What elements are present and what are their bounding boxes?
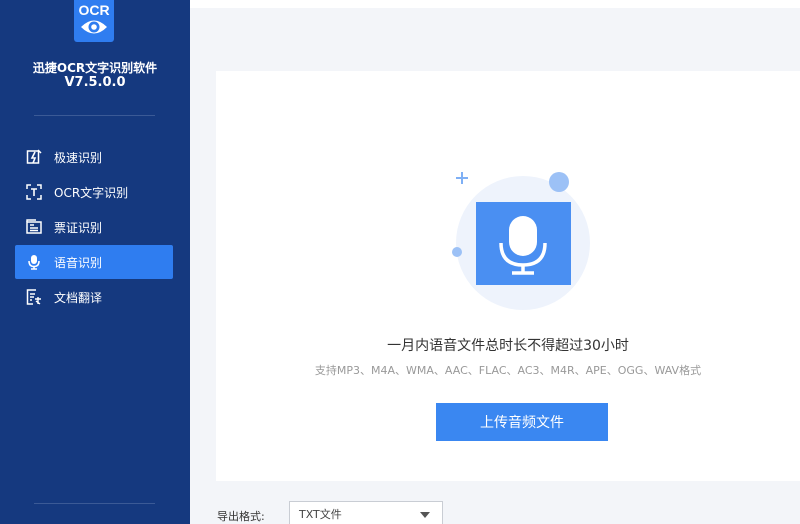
sidebar-item-speech[interactable]: 语音识别 xyxy=(15,245,173,279)
sidebar-divider-top xyxy=(34,115,155,116)
app-logo: OCR xyxy=(74,0,114,42)
eye-icon xyxy=(81,20,107,34)
sidebar-item-label: 极速识别 xyxy=(54,150,103,165)
ticket-icon xyxy=(25,218,43,236)
app-name: 迅捷OCR文字识别软件 xyxy=(32,61,158,75)
top-bar xyxy=(190,0,800,8)
microphone-icon xyxy=(25,253,43,271)
supported-formats-text: 支持MP3、M4A、WMA、AAC、FLAC、AC3、M4R、APE、OGG、W… xyxy=(314,364,702,377)
quick-recognize-icon xyxy=(25,148,43,166)
export-format-label: 导出格式: xyxy=(217,510,265,523)
app-version: V7.5.0.0 xyxy=(64,75,126,90)
sidebar-item-label: 语音识别 xyxy=(54,255,103,270)
text-frame-icon xyxy=(25,183,43,201)
document-translate-icon xyxy=(25,288,43,306)
sidebar-item-label: OCR文字识别 xyxy=(54,185,129,200)
upload-audio-button[interactable]: 上传音频文件 xyxy=(436,403,608,441)
sidebar-item-quick-recognize[interactable]: 极速识别 xyxy=(15,140,173,174)
speech-upload-panel: 一月内语音文件总时长不得超过30小时 支持MP3、M4A、WMA、AAC、FLA… xyxy=(216,71,800,481)
logo-text: OCR xyxy=(78,2,110,18)
sidebar-item-label: 票证识别 xyxy=(54,220,103,235)
sidebar-item-label: 文档翻译 xyxy=(54,290,103,305)
chevron-down-icon xyxy=(420,512,430,518)
audio-upload-illustration xyxy=(452,172,590,310)
export-format-select[interactable]: TXT文件 xyxy=(289,501,443,524)
sidebar-item-translate[interactable]: 文档翻译 xyxy=(15,280,173,314)
sidebar-divider-bottom xyxy=(34,503,155,504)
sidebar-item-ocr[interactable]: OCR文字识别 xyxy=(15,175,173,209)
sidebar: OCR 迅捷OCR文字识别软件 V7.5.0.0 极速识别 OCR文字识别 票证… xyxy=(0,0,190,524)
export-format-value: TXT文件 xyxy=(299,508,342,521)
duration-limit-text: 一月内语音文件总时长不得超过30小时 xyxy=(387,338,629,354)
sidebar-item-ticket[interactable]: 票证识别 xyxy=(15,210,173,244)
